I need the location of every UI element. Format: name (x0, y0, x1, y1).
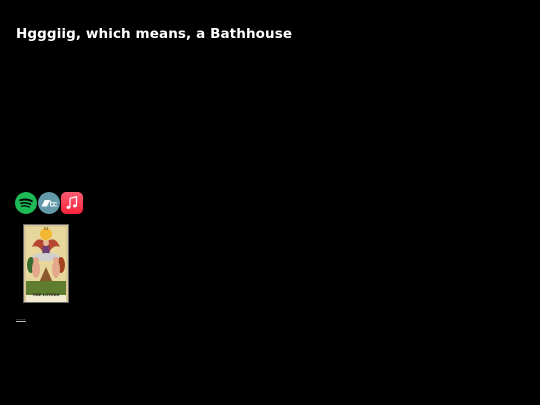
card-caption: THE LOVERS (32, 293, 60, 298)
tarot-card-image[interactable]: VI THE LOVERS (23, 224, 69, 303)
spotify-icon (15, 192, 37, 214)
post-page: Hgggiig, which means, a Bathhouse VI THE… (0, 0, 540, 405)
bandcamp-link[interactable] (38, 192, 60, 214)
spotify-link[interactable] (15, 192, 37, 214)
music-service-links (15, 192, 83, 214)
card-numeral: VI (43, 227, 48, 231)
post-title: Hgggiig, which means, a Bathhouse (16, 26, 293, 42)
lovers-illustration (24, 225, 68, 302)
read-more-link[interactable]: ….. (16, 316, 26, 322)
apple-music-icon (61, 192, 83, 214)
apple-music-link[interactable] (61, 192, 83, 214)
bandcamp-icon (38, 192, 60, 214)
